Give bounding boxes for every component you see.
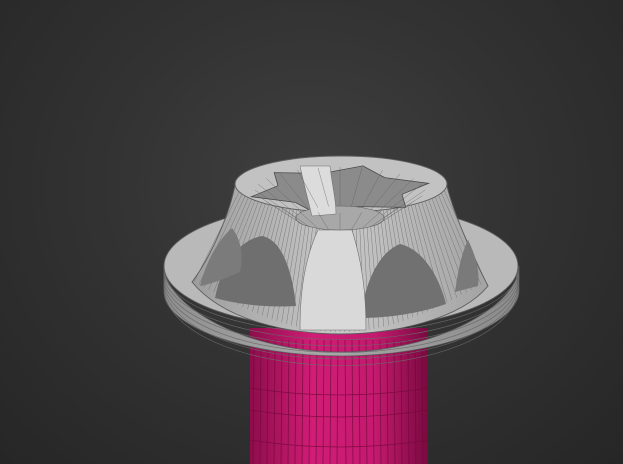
scene-canvas[interactable]	[0, 0, 623, 464]
3d-viewport[interactable]	[0, 0, 623, 464]
